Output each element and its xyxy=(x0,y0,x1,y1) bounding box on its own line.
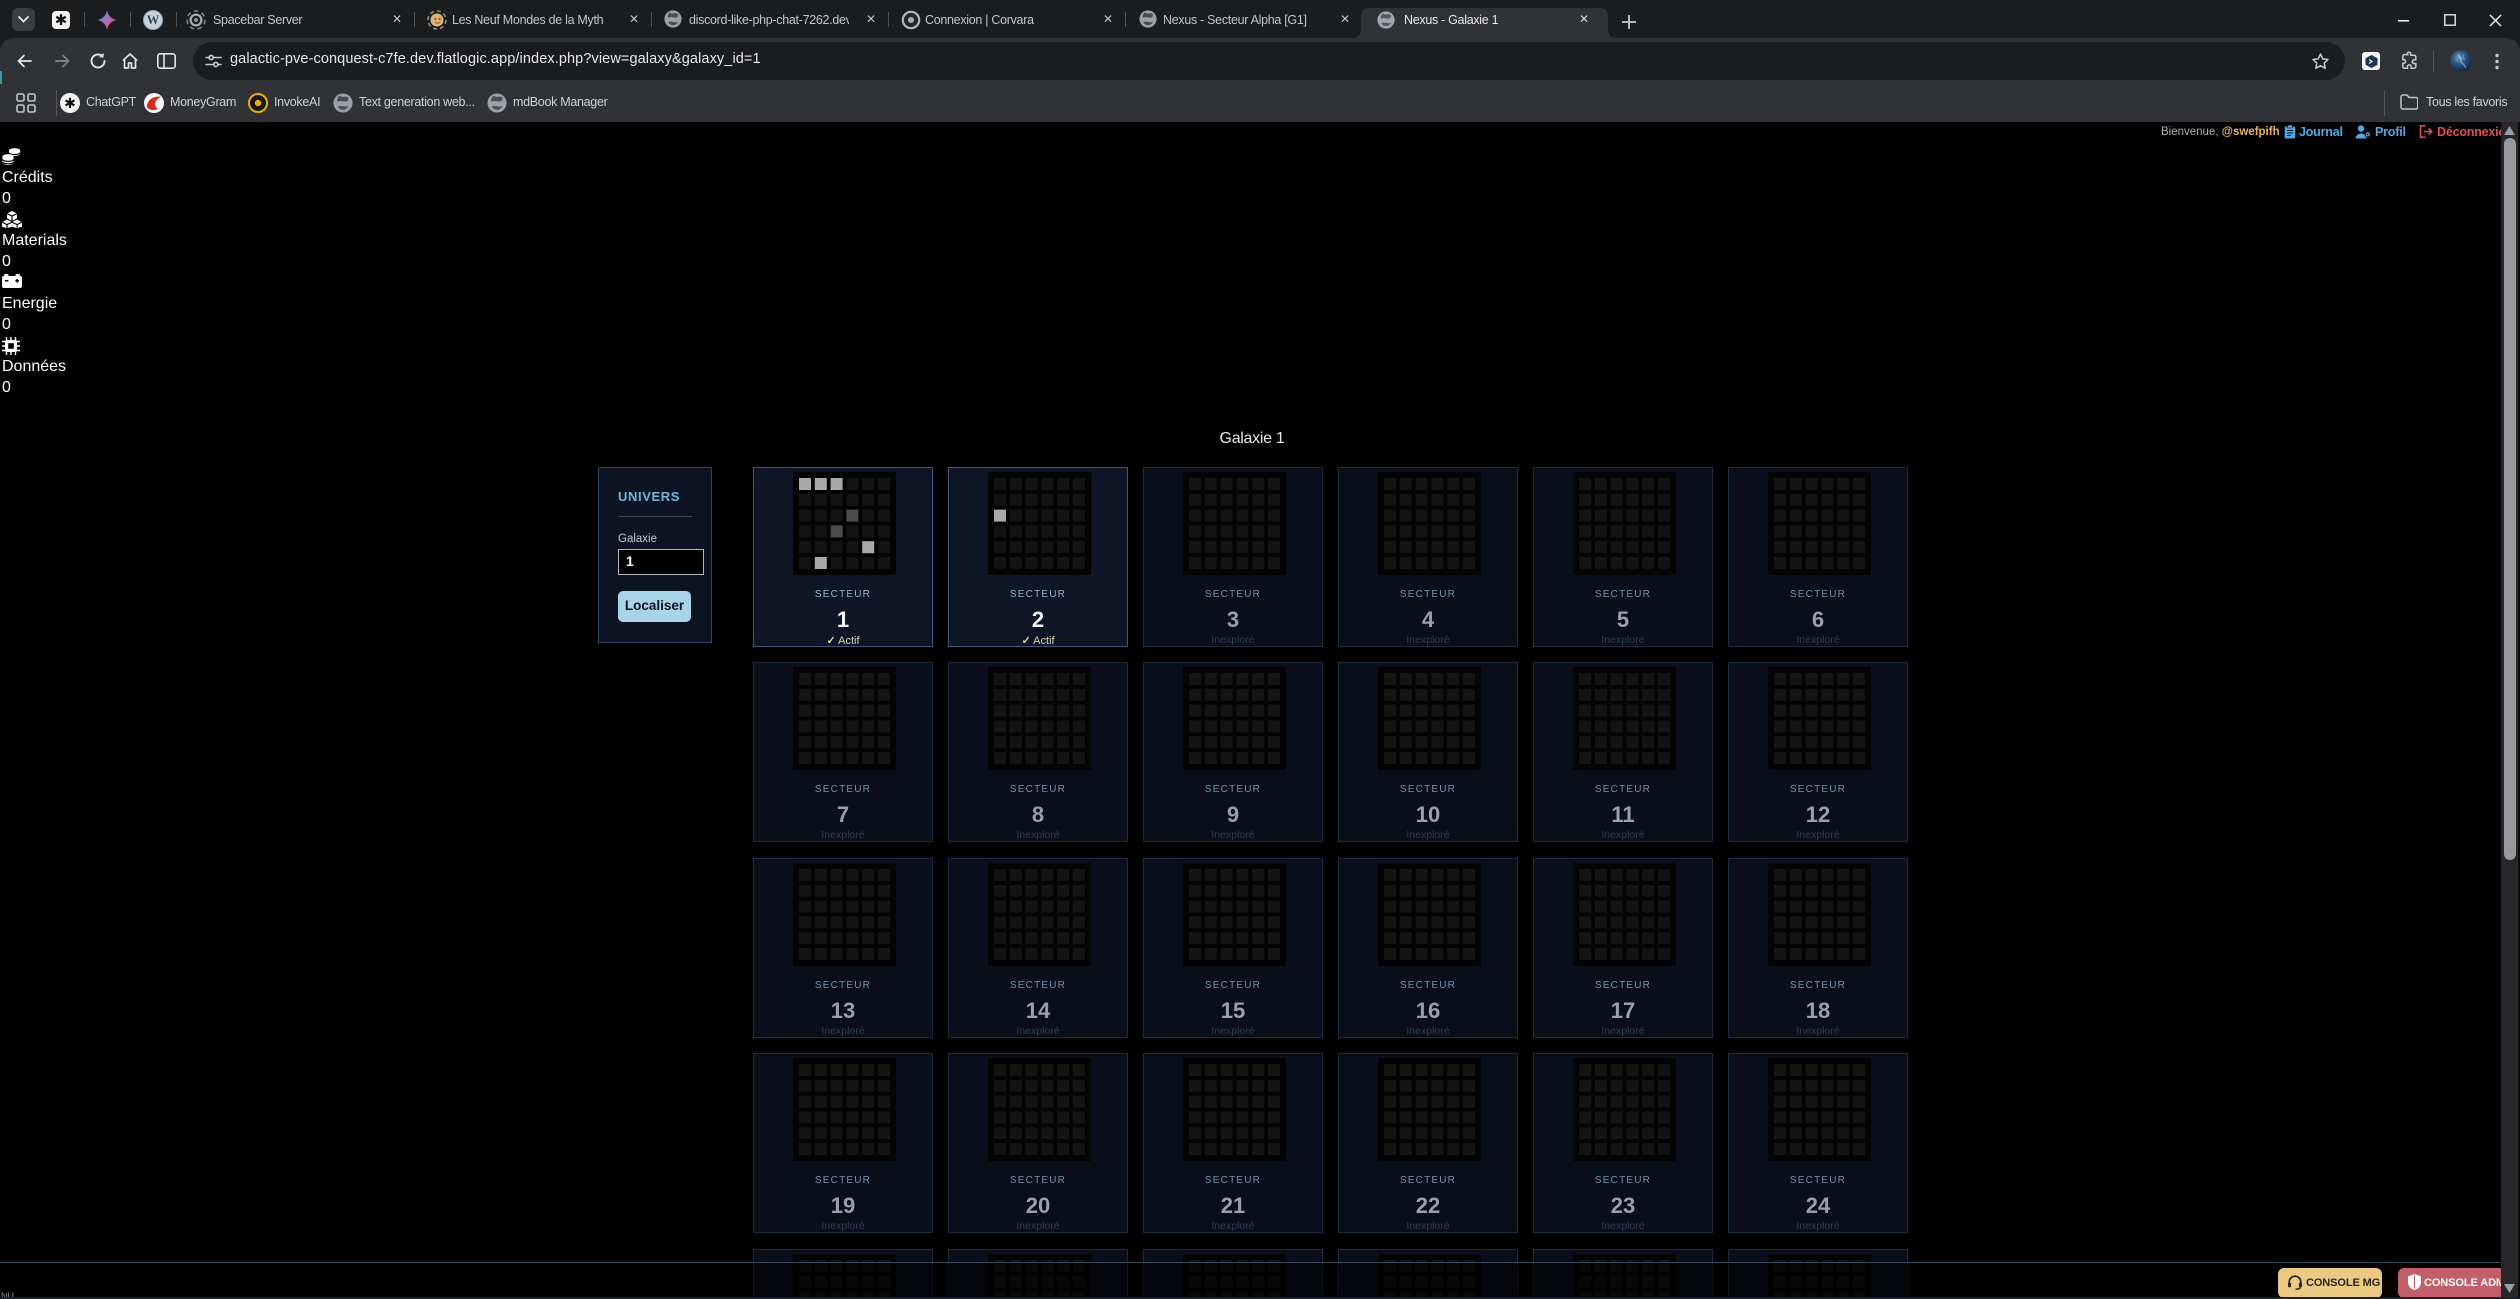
svg-text:W: W xyxy=(147,13,160,27)
